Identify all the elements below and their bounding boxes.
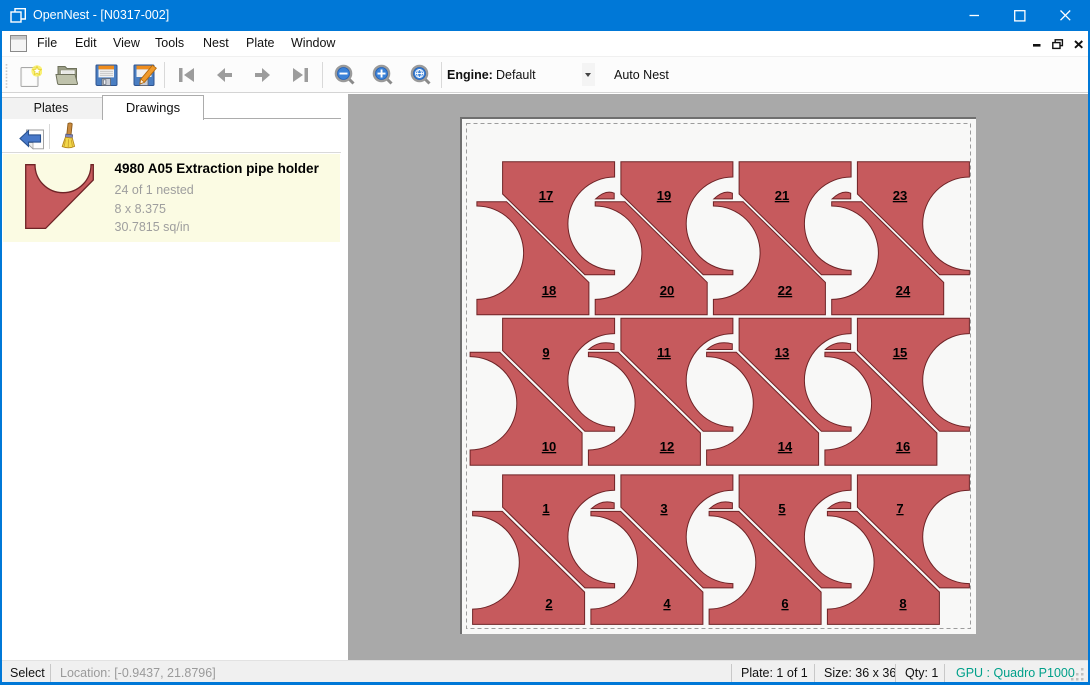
- svg-text:12: 12: [660, 439, 674, 454]
- svg-text:22: 22: [778, 283, 792, 298]
- svg-text:16: 16: [896, 439, 910, 454]
- svg-text:7: 7: [896, 501, 903, 516]
- svg-text:4: 4: [663, 596, 671, 611]
- svg-text:8: 8: [899, 596, 906, 611]
- svg-text:15: 15: [893, 345, 907, 360]
- svg-text:21: 21: [775, 188, 789, 203]
- svg-text:9: 9: [542, 345, 549, 360]
- svg-text:20: 20: [660, 283, 674, 298]
- svg-text:24: 24: [896, 283, 911, 298]
- svg-text:5: 5: [778, 501, 785, 516]
- svg-text:2: 2: [545, 596, 552, 611]
- svg-text:13: 13: [775, 345, 789, 360]
- svg-text:19: 19: [657, 188, 671, 203]
- svg-text:14: 14: [778, 439, 793, 454]
- svg-text:10: 10: [542, 439, 556, 454]
- svg-text:18: 18: [542, 283, 556, 298]
- svg-text:23: 23: [893, 188, 907, 203]
- svg-text:17: 17: [539, 188, 553, 203]
- svg-text:1: 1: [542, 501, 549, 516]
- svg-text:6: 6: [781, 596, 788, 611]
- svg-text:3: 3: [660, 501, 667, 516]
- svg-text:11: 11: [657, 345, 671, 360]
